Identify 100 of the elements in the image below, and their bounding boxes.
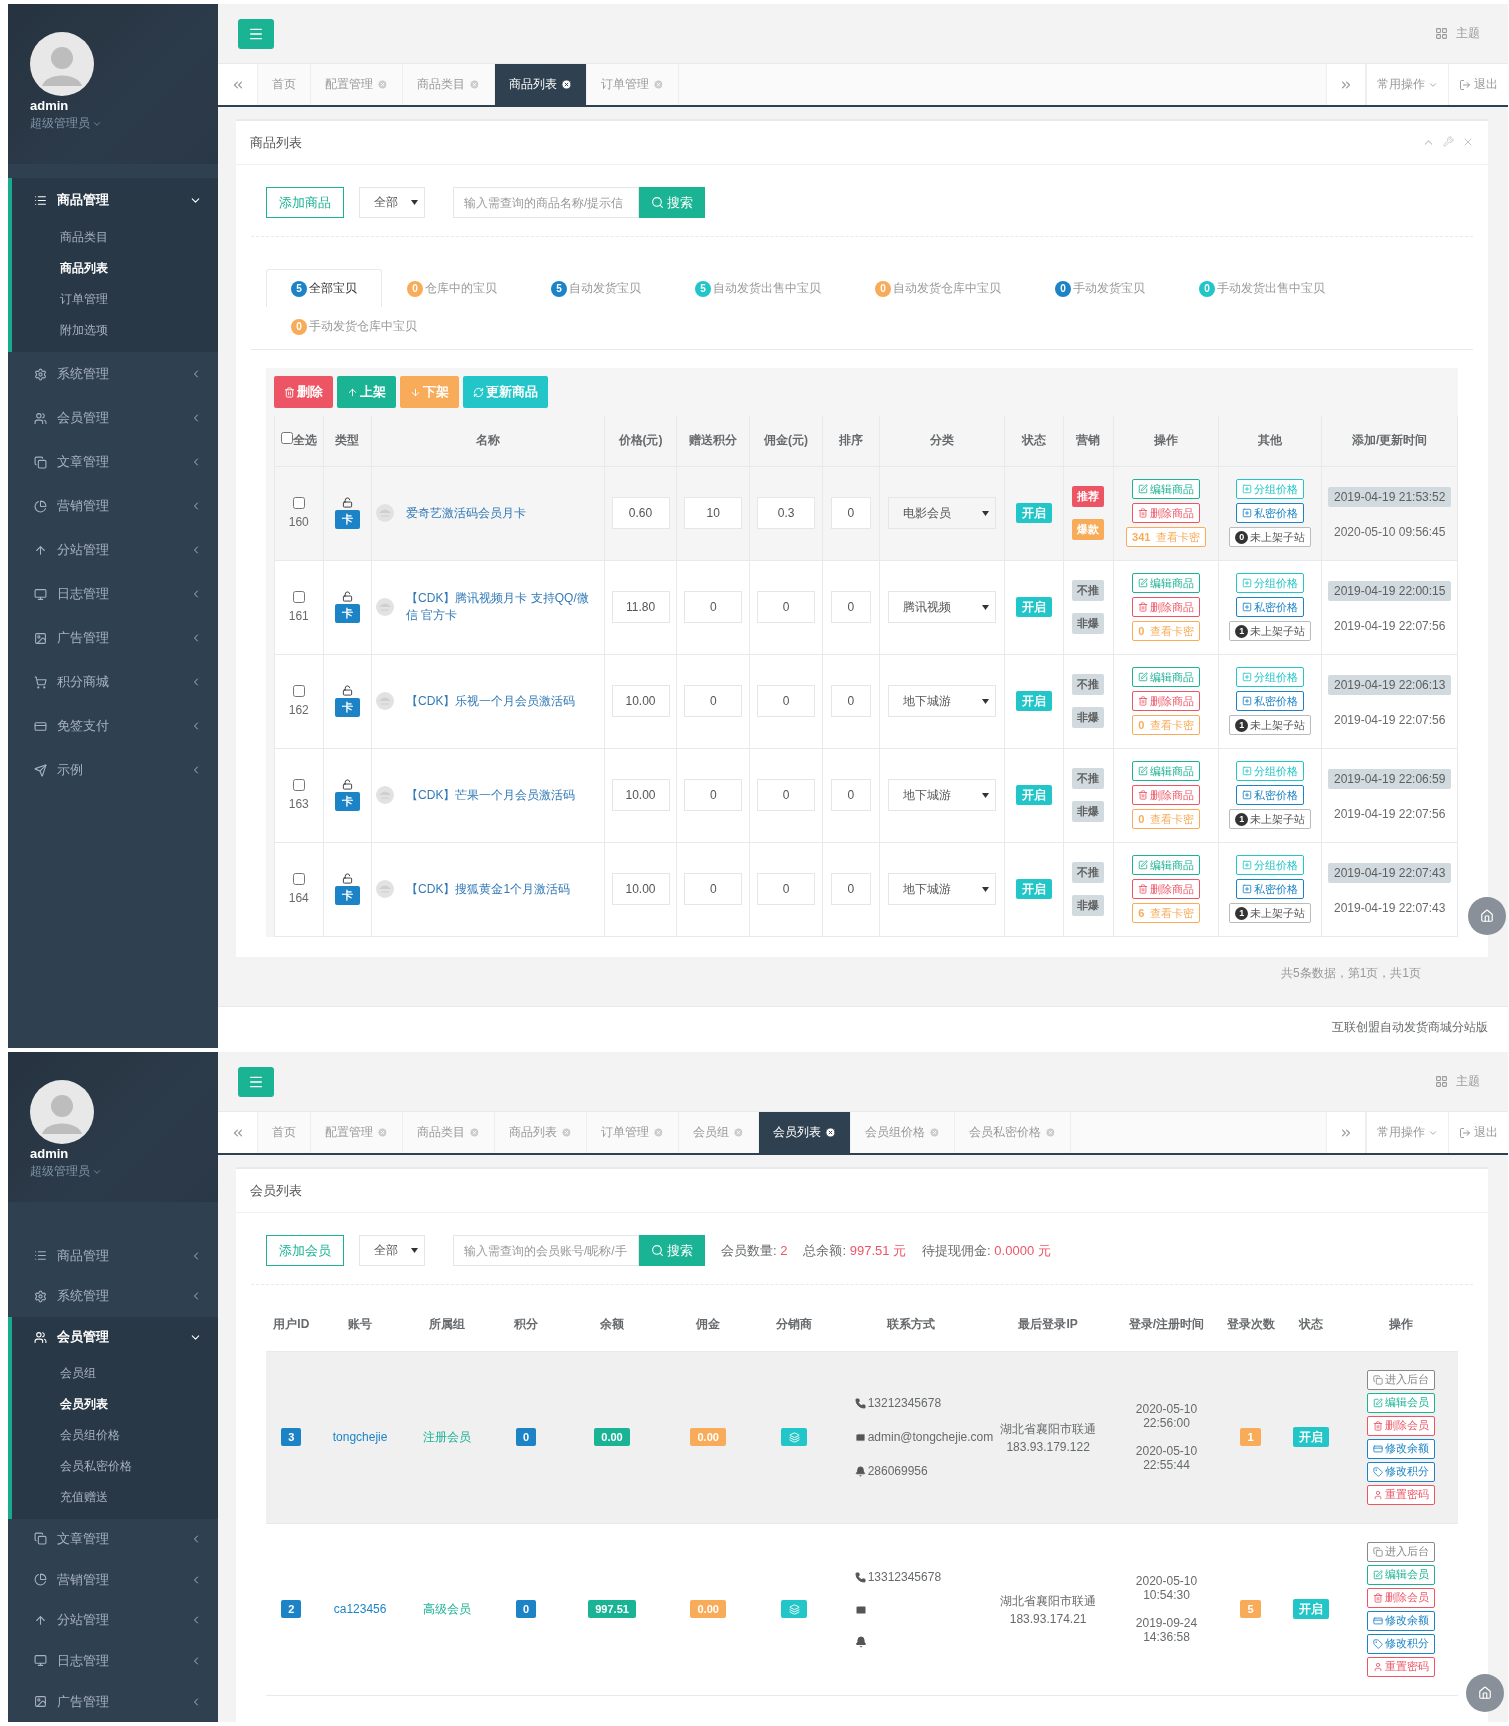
add-button[interactable]: 添加会员 xyxy=(266,1235,344,1266)
substation-button[interactable]: 1 未上架子站 xyxy=(1229,715,1312,735)
delete-button[interactable]: 删除商品 xyxy=(1132,503,1201,523)
sidebar-item[interactable]: 会员管理 xyxy=(8,1316,218,1358)
scroll-right-button[interactable] xyxy=(1326,1112,1366,1153)
sidebar-item[interactable]: 文章管理 xyxy=(8,440,218,484)
search-button[interactable]: 搜索 xyxy=(639,187,705,218)
marketing-tag[interactable]: 不推 xyxy=(1072,768,1105,789)
menu-button[interactable] xyxy=(238,1066,274,1097)
logout-button[interactable]: 退出 xyxy=(1448,64,1508,105)
sidebar-item[interactable]: 商品管理 xyxy=(8,1235,218,1277)
sidebar-item[interactable]: 免签支付 xyxy=(8,704,218,748)
private-price-button[interactable]: 私密价格 xyxy=(1236,503,1305,523)
close-icon[interactable] xyxy=(561,79,572,90)
checkbox[interactable] xyxy=(292,685,305,697)
private-price-button[interactable]: 私密价格 xyxy=(1236,691,1305,711)
checkbox[interactable] xyxy=(292,591,305,603)
points-field[interactable]: 0 xyxy=(684,873,743,905)
sidebar-item[interactable]: 分站管理 xyxy=(8,1599,218,1641)
product-name-link[interactable]: 【CDK】乐视一个月会员激活码 xyxy=(406,692,576,710)
edit-button[interactable]: 编辑商品 xyxy=(1132,667,1201,687)
sidebar-item[interactable]: 示例 xyxy=(8,748,218,792)
checkbox[interactable] xyxy=(280,432,293,445)
logout-button[interactable]: 退出 xyxy=(1448,1112,1508,1153)
private-price-button[interactable]: 私密价格 xyxy=(1236,879,1305,899)
sidebar-item[interactable]: 日志管理 xyxy=(8,1640,218,1682)
private-price-button[interactable]: 私密价格 xyxy=(1236,785,1305,805)
delete-button[interactable]: 删除会员 xyxy=(1367,1587,1436,1608)
substation-button[interactable]: 1 未上架子站 xyxy=(1229,621,1312,641)
points-field[interactable]: 0 xyxy=(684,779,743,811)
commission-field[interactable]: 0 xyxy=(757,685,816,717)
filter-tab[interactable]: 5 全部宝贝 xyxy=(266,269,382,307)
home-button[interactable] xyxy=(1466,1674,1504,1712)
product-name-link[interactable]: 【CDK】芒果一个月会员激活码 xyxy=(406,786,576,804)
sort-field[interactable]: 0 xyxy=(830,591,871,623)
price-field[interactable]: 10.00 xyxy=(611,685,670,717)
sidebar-item[interactable]: 会员管理 xyxy=(8,396,218,440)
page-tab[interactable]: 会员列表 xyxy=(759,1112,851,1153)
marketing-tag[interactable]: 不推 xyxy=(1072,674,1105,695)
page-tab[interactable]: 配置管理 xyxy=(311,64,403,105)
scroll-right-button[interactable] xyxy=(1326,64,1366,105)
sidebar-item[interactable]: 系统管理 xyxy=(8,352,218,396)
sidebar-item[interactable]: 广告管理 xyxy=(8,1681,218,1722)
delete-button[interactable]: 删除商品 xyxy=(1132,785,1201,805)
filter-select[interactable]: 全部 xyxy=(359,187,425,218)
sort-field[interactable]: 0 xyxy=(830,497,871,529)
price-field[interactable]: 0.60 xyxy=(611,497,670,529)
edit-button[interactable]: 编辑商品 xyxy=(1132,855,1201,875)
sidebar-subitem[interactable]: 会员组价格 xyxy=(12,1419,218,1451)
edit-button[interactable]: 编辑商品 xyxy=(1132,761,1201,781)
sort-field[interactable]: 0 xyxy=(830,873,871,905)
role-dropdown[interactable]: 超级管理员 xyxy=(30,115,102,132)
page-tab[interactable]: 订单管理 xyxy=(587,64,679,105)
sidebar-item[interactable]: 分站管理 xyxy=(8,528,218,572)
price-field[interactable]: 10.00 xyxy=(611,873,670,905)
password-button[interactable]: 重置密码 xyxy=(1367,1656,1436,1677)
price-field[interactable]: 11.80 xyxy=(611,591,670,623)
menu-button[interactable] xyxy=(238,18,274,49)
account-link[interactable]: tongchejie xyxy=(332,1430,388,1444)
product-name-link[interactable]: 爱奇艺激活码会员月卡 xyxy=(406,504,527,522)
category-select[interactable]: 地下城游 xyxy=(887,779,996,811)
balance-button[interactable]: 修改余额 xyxy=(1367,1610,1436,1631)
points-button[interactable]: 修改积分 xyxy=(1367,1461,1436,1482)
marketing-tag[interactable]: 非爆 xyxy=(1072,613,1105,634)
checkbox[interactable] xyxy=(292,779,305,791)
category-select[interactable]: 腾讯视频 xyxy=(887,591,996,623)
sidebar-subitem[interactable]: 订单管理 xyxy=(12,284,218,315)
marketing-tag[interactable]: 不推 xyxy=(1072,580,1105,601)
delete-button[interactable]: 删除商品 xyxy=(1132,879,1201,899)
theme-button[interactable]: 主题 xyxy=(1429,1072,1486,1091)
sidebar-item[interactable]: 商品管理 xyxy=(8,178,218,222)
sidebar-subitem[interactable]: 商品类目 xyxy=(12,222,218,253)
delete-button[interactable]: 删除商品 xyxy=(1132,597,1201,617)
substation-button[interactable]: 1 未上架子站 xyxy=(1229,809,1312,829)
sidebar-subitem[interactable]: 充值赠送 xyxy=(12,1481,218,1513)
sidebar-item[interactable]: 广告管理 xyxy=(8,616,218,660)
sort-field[interactable]: 0 xyxy=(830,685,871,717)
commission-field[interactable]: 0 xyxy=(757,873,816,905)
sidebar-subitem[interactable]: 商品列表 xyxy=(12,253,218,284)
sort-field[interactable]: 0 xyxy=(830,779,871,811)
marketing-tag[interactable]: 不推 xyxy=(1072,862,1105,883)
close-icon[interactable] xyxy=(825,1127,836,1138)
balance-button[interactable]: 修改余额 xyxy=(1367,1438,1436,1459)
page-tab[interactable]: 商品类目 xyxy=(403,1112,495,1153)
filter-select[interactable]: 全部 xyxy=(359,1235,425,1266)
category-select[interactable]: 电影会员 xyxy=(887,497,996,529)
scroll-left-button[interactable] xyxy=(218,1112,258,1153)
sidebar-subitem[interactable]: 会员组 xyxy=(12,1357,218,1389)
page-tab[interactable]: 商品列表 xyxy=(495,64,587,105)
edit-button[interactable]: 编辑会员 xyxy=(1367,1392,1436,1413)
add-button[interactable]: 添加商品 xyxy=(266,187,344,218)
sidebar-subitem[interactable]: 会员列表 xyxy=(12,1388,218,1420)
page-tab[interactable]: 配置管理 xyxy=(311,1112,403,1153)
home-button[interactable] xyxy=(1468,897,1506,935)
sidebar-item[interactable]: 营销管理 xyxy=(8,1559,218,1600)
wrench-icon[interactable] xyxy=(1443,136,1454,147)
edit-button[interactable]: 编辑商品 xyxy=(1132,573,1201,593)
common-ops-dropdown[interactable]: 常用操作 xyxy=(1366,64,1448,105)
sidebar-subitem[interactable]: 会员私密价格 xyxy=(12,1450,218,1482)
role-dropdown[interactable]: 超级管理员 xyxy=(30,1163,102,1180)
